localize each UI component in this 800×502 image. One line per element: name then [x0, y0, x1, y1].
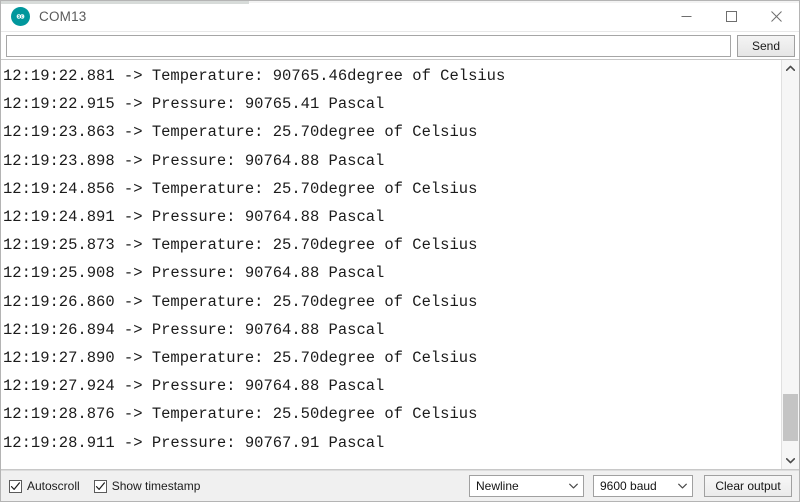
- check-icon: [95, 481, 105, 490]
- show-timestamp-label: Show timestamp: [111, 479, 201, 493]
- chevron-down-icon[interactable]: [782, 452, 799, 469]
- console-scrollbar[interactable]: [781, 60, 799, 469]
- minimize-icon[interactable]: [664, 1, 709, 31]
- chevron-down-icon: [672, 483, 692, 489]
- console-line: 12:19:25.873 -> Temperature: 25.70degree…: [3, 236, 478, 255]
- send-button[interactable]: Send: [737, 34, 795, 57]
- autoscroll-checkbox[interactable]: Autoscroll: [9, 479, 80, 493]
- console-line: 12:19:27.924 -> Pressure: 90764.88 Pasca…: [3, 377, 385, 396]
- clear-output-button[interactable]: Clear output: [704, 475, 792, 497]
- show-timestamp-checkbox[interactable]: Show timestamp: [93, 479, 201, 493]
- arduino-logo-icon: [11, 6, 30, 26]
- status-bar: Autoscroll Show timestamp Newline 9600 b…: [1, 470, 799, 501]
- console-line: 12:19:24.856 -> Temperature: 25.70degree…: [3, 179, 478, 198]
- console-line: 12:19:26.860 -> Temperature: 25.70degree…: [3, 292, 478, 311]
- scrollbar-thumb[interactable]: [783, 393, 798, 441]
- console-output[interactable]: 12:19:22.881 -> Temperature: 90765.46deg…: [1, 60, 781, 469]
- check-icon: [10, 481, 20, 490]
- scrollbar-track[interactable]: [782, 77, 799, 452]
- maximize-icon[interactable]: [709, 1, 754, 31]
- close-icon[interactable]: [754, 1, 799, 31]
- show-timestamp-checkbox-box: [93, 479, 107, 493]
- serial-monitor-window: COM13 Send 12:19:22.881 -> Temperature: …: [0, 0, 800, 502]
- console-line: 12:19:22.881 -> Temperature: 90765.46deg…: [3, 67, 506, 85]
- chevron-up-icon[interactable]: [782, 60, 799, 77]
- chevron-down-icon: [563, 483, 583, 489]
- window-controls: [664, 1, 799, 31]
- console-line: 12:19:23.898 -> Pressure: 90764.88 Pasca…: [3, 151, 385, 170]
- console-line: 12:19:25.908 -> Pressure: 90764.88 Pasca…: [3, 264, 385, 283]
- line-ending-select[interactable]: Newline: [469, 475, 584, 497]
- autoscroll-checkbox-box: [9, 479, 22, 493]
- autoscroll-label: Autoscroll: [27, 479, 80, 493]
- title-bar-accent-band: [1, 1, 249, 4]
- console-line: 12:19:23.863 -> Temperature: 25.70degree…: [3, 123, 478, 142]
- line-ending-value: Newline: [476, 479, 519, 493]
- send-input[interactable]: [6, 34, 731, 57]
- console-line: 12:19:27.890 -> Temperature: 25.70degree…: [3, 349, 478, 368]
- console-line: 12:19:28.911 -> Pressure: 90767.91 Pasca…: [3, 433, 385, 452]
- baud-rate-value: 9600 baud: [600, 479, 657, 493]
- console-line: 12:19:22.915 -> Pressure: 90765.41 Pasca…: [3, 95, 385, 114]
- console-area: 12:19:22.881 -> Temperature: 90765.46deg…: [1, 59, 799, 470]
- console-line: 12:19:26.894 -> Pressure: 90764.88 Pasca…: [3, 320, 385, 339]
- title-bar-top-edge: [249, 1, 799, 3]
- console-line: 12:19:24.891 -> Pressure: 90764.88 Pasca…: [3, 208, 385, 227]
- console-line: 12:19:28.876 -> Temperature: 25.50degree…: [3, 405, 478, 424]
- window-title: COM13: [39, 8, 87, 24]
- baud-rate-select[interactable]: 9600 baud: [593, 475, 693, 497]
- send-row: Send: [1, 32, 799, 59]
- title-bar: COM13: [1, 1, 799, 32]
